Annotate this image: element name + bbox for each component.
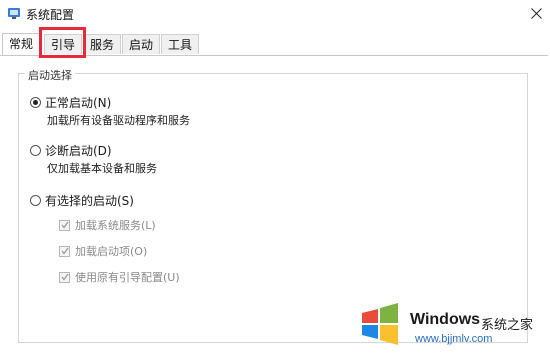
tab-services[interactable]: 服务 — [83, 34, 122, 54]
radio-button[interactable] — [30, 145, 41, 156]
checkmark-icon — [60, 247, 69, 255]
checkbox-label: 使用原有引导配置(U) — [75, 271, 180, 284]
group-title: 启动选择 — [25, 67, 75, 83]
option-description: 加载所有设备驱动程序和服务 — [47, 114, 190, 127]
watermark-subtitle: 系统之家 — [481, 318, 534, 333]
load-startup-items-checkbox[interactable]: 加载启动项(O) — [59, 243, 147, 259]
radio-button[interactable] — [30, 195, 41, 206]
close-icon — [530, 7, 542, 19]
checkbox-label: 加载启动项(O) — [75, 245, 148, 258]
option-label: 诊断启动(D) — [45, 144, 112, 158]
window-title: 系统配置 — [26, 8, 75, 22]
title-bar: 系统配置 — [0, 0, 550, 28]
diagnostic-startup-option[interactable]: 诊断启动(D) — [30, 142, 112, 159]
close-button[interactable] — [522, 0, 550, 26]
checkbox-label: 加载系统服务(L) — [75, 219, 156, 232]
checkbox — [59, 245, 70, 257]
system-config-icon — [8, 8, 20, 19]
load-system-services-checkbox[interactable]: 加载系统服务(L) — [59, 217, 156, 233]
option-label: 正常启动(N) — [45, 96, 112, 110]
tab-general[interactable]: 常规 — [2, 33, 41, 55]
normal-startup-option[interactable]: 正常启动(N) — [30, 94, 111, 111]
checkbox — [59, 271, 70, 283]
watermark-url: www.bjjmlv.com — [415, 333, 493, 345]
use-original-boot-config-checkbox[interactable]: 使用原有引导配置(U) — [59, 269, 180, 285]
tab-startup[interactable]: 启动 — [122, 34, 161, 54]
checkmark-icon — [60, 221, 69, 229]
boot-tab-highlight — [39, 27, 86, 58]
watermark-title: Windows — [410, 311, 481, 328]
checkbox — [59, 219, 70, 231]
tab-tools[interactable]: 工具 — [161, 34, 200, 54]
radio-button[interactable] — [30, 97, 41, 108]
checkmark-icon — [60, 273, 69, 281]
option-label: 有选择的启动(S) — [45, 194, 134, 208]
option-description: 仅加载基本设备和服务 — [47, 162, 157, 175]
windows-logo-icon — [362, 303, 398, 345]
selective-startup-option[interactable]: 有选择的启动(S) — [30, 192, 134, 209]
